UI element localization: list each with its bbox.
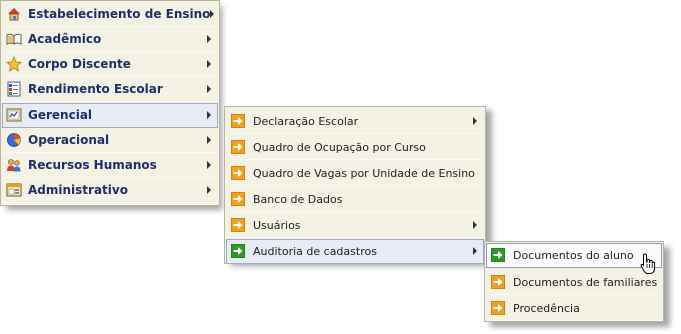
chevron-right-icon [207,161,211,169]
arrow-right-icon [231,218,245,232]
hand-cursor-icon [640,253,656,274]
arrow-right-icon [491,275,505,289]
menu-item-label: Corpo Discente [28,57,131,71]
book-icon [6,33,22,45]
menu-item-label: Recursos Humanos [28,158,157,172]
menu-item-label: Gerencial [28,108,93,122]
menu-item-procedencia[interactable]: Procedência [486,296,662,321]
chevron-right-icon [207,60,211,68]
arrow-right-icon [231,244,245,258]
chevron-right-icon [207,111,211,119]
menu-item-label: Documentos de familiares [513,275,658,289]
menu-item-operacional[interactable]: Operacional [2,128,218,153]
menu-item-label: Operacional [28,133,110,147]
menu-item-quadro-ocupacao[interactable]: Quadro de Ocupação por Curso [226,135,484,160]
arrow-right-icon [491,248,505,262]
main-menu: Estabelecimento de Ensino Acadêmico Corp… [0,0,220,206]
menu-item-label: Estabelecimento de Ensino [28,7,211,21]
chevron-right-icon [207,136,211,144]
menu-item-estabelecimento[interactable]: Estabelecimento de Ensino [2,2,218,27]
arrow-right-icon [491,301,505,315]
menu-item-banco-de-dados[interactable]: Banco de Dados [226,187,484,212]
menu-item-quadro-vagas[interactable]: Quadro de Vagas por Unidade de Ensino [226,161,484,186]
menu-item-rendimento[interactable]: Rendimento Escolar [2,77,218,102]
menu-item-corpo-discente[interactable]: Corpo Discente [2,52,218,77]
people-icon [7,159,21,172]
report-card-icon [7,81,21,97]
chevron-right-icon [207,35,211,43]
menu-item-administrativo[interactable]: Administrativo [2,178,218,203]
menu-item-declaracao-escolar[interactable]: Declaração Escolar [226,109,484,134]
menu-item-label: Usuários [253,218,301,232]
menu-item-documentos-familiares[interactable]: Documentos de familiares [486,270,662,295]
chevron-right-icon [210,10,215,18]
chevron-right-icon [473,221,477,229]
chevron-right-icon [473,117,477,125]
menu-item-label: Quadro de Ocupação por Curso [253,140,426,154]
arrow-right-icon [231,166,245,180]
menu-item-label: Auditoria de cadastros [253,244,377,258]
chart-document-icon [6,108,22,122]
menu-item-auditoria-cadastros[interactable]: Auditoria de cadastros [226,239,484,264]
arrow-right-icon [231,192,245,206]
menu-item-label: Banco de Dados [253,192,343,206]
menu-item-recursos-humanos[interactable]: Recursos Humanos [2,153,218,178]
chevron-right-icon [207,186,211,194]
chevron-right-icon [207,85,211,93]
menu-item-label: Rendimento Escolar [28,82,163,96]
chevron-right-icon [473,247,477,255]
menu-item-label: Declaração Escolar [253,114,359,128]
menu-item-label: Quadro de Vagas por Unidade de Ensino [253,166,475,180]
menu-item-academico[interactable]: Acadêmico [2,27,218,52]
submenu-auditoria: Documentos do aluno Documentos de famili… [484,241,664,322]
admin-window-icon [6,183,22,197]
menu-item-gerencial[interactable]: Gerencial [2,103,218,128]
submenu-gerencial: Declaração Escolar Quadro de Ocupação po… [224,106,486,264]
arrow-right-icon [231,140,245,154]
menu-item-label: Procedência [513,301,580,315]
menu-item-label: Administrativo [28,183,128,197]
menu-item-label: Acadêmico [28,32,102,46]
pie-chart-icon [7,133,21,147]
star-icon [6,56,22,72]
menu-item-documentos-aluno[interactable]: Documentos do aluno [486,243,662,268]
house-icon [8,8,20,21]
menu-item-usuarios[interactable]: Usuários [226,213,484,238]
arrow-right-icon [231,114,245,128]
